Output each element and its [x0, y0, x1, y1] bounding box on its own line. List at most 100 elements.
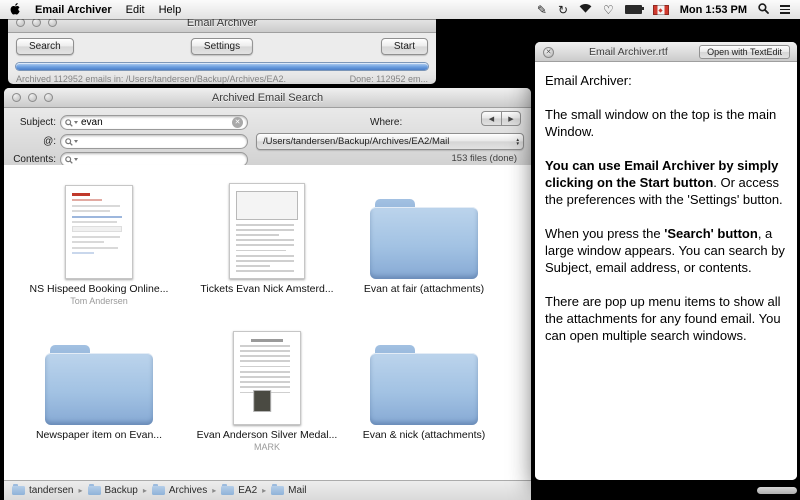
sync-icon[interactable]: ↻	[558, 4, 568, 16]
open-with-textedit-button[interactable]: Open with TextEdit	[699, 45, 790, 59]
preview-paragraph: The small window on the top is the main …	[545, 106, 787, 140]
crumb-separator: ▸	[78, 486, 82, 495]
close-button[interactable]	[12, 93, 21, 102]
preview-paragraph: When you press the 'Search' button, a la…	[545, 225, 787, 276]
forward-button[interactable]: ▶	[501, 111, 521, 126]
pencil-icon[interactable]: ✎	[537, 4, 547, 16]
grid-item-folder[interactable]: Evan at fair (attachments)	[349, 177, 499, 295]
item-label: Evan & nick (attachments)	[349, 429, 499, 441]
crumb-label: EA2	[238, 485, 257, 496]
progress-bar	[16, 63, 428, 70]
menu-help[interactable]: Help	[159, 4, 182, 16]
subject-input[interactable]	[81, 117, 229, 128]
item-sublabel: MARK	[192, 442, 342, 452]
heart-icon[interactable]: ♡	[603, 4, 614, 16]
address-search-field[interactable]	[60, 134, 248, 149]
apple-logo-icon	[10, 3, 21, 16]
search-icon[interactable]	[65, 119, 78, 127]
files-status: 153 files (done)	[452, 153, 517, 164]
path-crumb[interactable]: Backup	[88, 485, 138, 496]
path-crumb[interactable]: EA2	[221, 485, 257, 496]
spotlight-icon[interactable]	[758, 3, 769, 17]
item-label: Evan Anderson Silver Medal...	[192, 429, 342, 441]
zoom-button[interactable]	[48, 18, 57, 27]
email-archiver-window: Email Archiver Search Settings Start Arc…	[8, 13, 436, 84]
preview-paragraph: Email Archiver:	[545, 72, 787, 89]
search-icon[interactable]	[65, 138, 78, 146]
address-input[interactable]	[81, 136, 243, 147]
at-label: @:	[6, 136, 56, 147]
search-titlebar[interactable]: Archived Email Search	[4, 88, 531, 108]
subject-search-field[interactable]: ✕	[60, 115, 248, 130]
archived-email-search-window: Archived Email Search Subject: @: Conten…	[4, 88, 531, 500]
crumb-label: Archives	[169, 485, 207, 496]
crumb-label: Backup	[105, 485, 138, 496]
clear-icon[interactable]: ✕	[232, 117, 243, 128]
scrollbar-thumb[interactable]	[757, 487, 797, 494]
battery-icon[interactable]	[625, 5, 642, 14]
folder-icon	[24, 323, 174, 425]
where-popup-value: /Users/tandersen/Backup/Archives/EA2/Mai…	[263, 136, 449, 147]
preview-titlebar[interactable]: ✕ Email Archiver.rtf Open with TextEdit	[535, 42, 797, 62]
document-thumbnail	[192, 177, 342, 279]
back-button[interactable]: ◀	[481, 111, 501, 126]
crumb-separator: ▸	[212, 486, 216, 495]
path-crumb[interactable]: tandersen	[12, 485, 73, 496]
grid-item-document[interactable]: Tickets Evan Nick Amsterd...	[192, 177, 342, 295]
folder-icon	[349, 177, 499, 279]
search-button[interactable]: Search	[16, 38, 74, 55]
crumb-label: Mail	[288, 485, 306, 496]
menu-edit[interactable]: Edit	[126, 4, 145, 16]
contents-label: Contents:	[6, 154, 56, 165]
folder-icon	[12, 486, 25, 495]
notification-list-icon[interactable]	[780, 5, 790, 14]
path-crumb[interactable]: Archives	[152, 485, 207, 496]
wifi-icon[interactable]	[579, 3, 592, 16]
preview-paragraph: You can use Email Archiver by simply cli…	[545, 157, 787, 208]
search-icon[interactable]	[65, 156, 78, 164]
subject-label: Subject:	[6, 117, 56, 128]
file-grid: NS Hispeed Booking Online...Tom Andersen…	[4, 165, 531, 480]
preview-window: ✕ Email Archiver.rtf Open with TextEdit …	[535, 42, 797, 480]
item-label: Evan at fair (attachments)	[349, 283, 499, 295]
close-button[interactable]: ✕	[543, 47, 554, 58]
archive-status-text: Archived 112952 emails in: /Users/tander…	[16, 74, 286, 84]
folder-icon	[152, 486, 165, 495]
close-button[interactable]	[16, 18, 25, 27]
item-sublabel: Tom Andersen	[24, 296, 174, 306]
search-toolbar: Subject: @: Contents: ✕	[4, 108, 531, 167]
item-label: NS Hispeed Booking Online...	[24, 283, 174, 295]
grid-item-folder[interactable]: Newspaper item on Evan...	[24, 323, 174, 441]
where-label: Where:	[370, 117, 402, 128]
apple-menu[interactable]	[10, 3, 21, 16]
start-button[interactable]: Start	[381, 38, 428, 55]
item-label: Newspaper item on Evan...	[24, 429, 174, 441]
path-crumb[interactable]: Mail	[271, 485, 306, 496]
canada-flag-icon[interactable]	[653, 5, 669, 15]
menu-bar: Email Archiver Edit Help ✎ ↻ ♡ Mon 1:53 …	[0, 0, 800, 19]
item-label: Tickets Evan Nick Amsterd...	[192, 283, 342, 295]
grid-item-document[interactable]: Evan Anderson Silver Medal...MARK	[192, 323, 342, 452]
folder-icon	[271, 486, 284, 495]
document-thumbnail	[192, 323, 342, 425]
window-title: Archived Email Search	[212, 92, 323, 104]
done-status-text: Done: 112952 em...	[350, 74, 428, 84]
settings-button[interactable]: Settings	[191, 38, 253, 55]
menu-clock[interactable]: Mon 1:53 PM	[680, 4, 747, 16]
preview-paragraph: There are pop up menu items to show all …	[545, 293, 787, 344]
path-bar: tandersen▸Backup▸Archives▸EA2▸Mail	[4, 480, 531, 500]
history-nav: ◀ ▶	[481, 111, 521, 126]
menu-app[interactable]: Email Archiver	[35, 4, 112, 16]
document-thumbnail	[24, 177, 174, 279]
folder-icon	[88, 486, 101, 495]
minimize-button[interactable]	[32, 18, 41, 27]
grid-item-folder[interactable]: Evan & nick (attachments)	[349, 323, 499, 441]
minimize-button[interactable]	[28, 93, 37, 102]
grid-item-document[interactable]: NS Hispeed Booking Online...Tom Andersen	[24, 177, 174, 306]
popup-arrows-icon: ▲▼	[516, 134, 520, 149]
folder-icon	[221, 486, 234, 495]
zoom-button[interactable]	[44, 93, 53, 102]
contents-input[interactable]	[81, 154, 243, 165]
where-popup[interactable]: /Users/tandersen/Backup/Archives/EA2/Mai…	[256, 133, 524, 150]
crumb-separator: ▸	[262, 486, 266, 495]
